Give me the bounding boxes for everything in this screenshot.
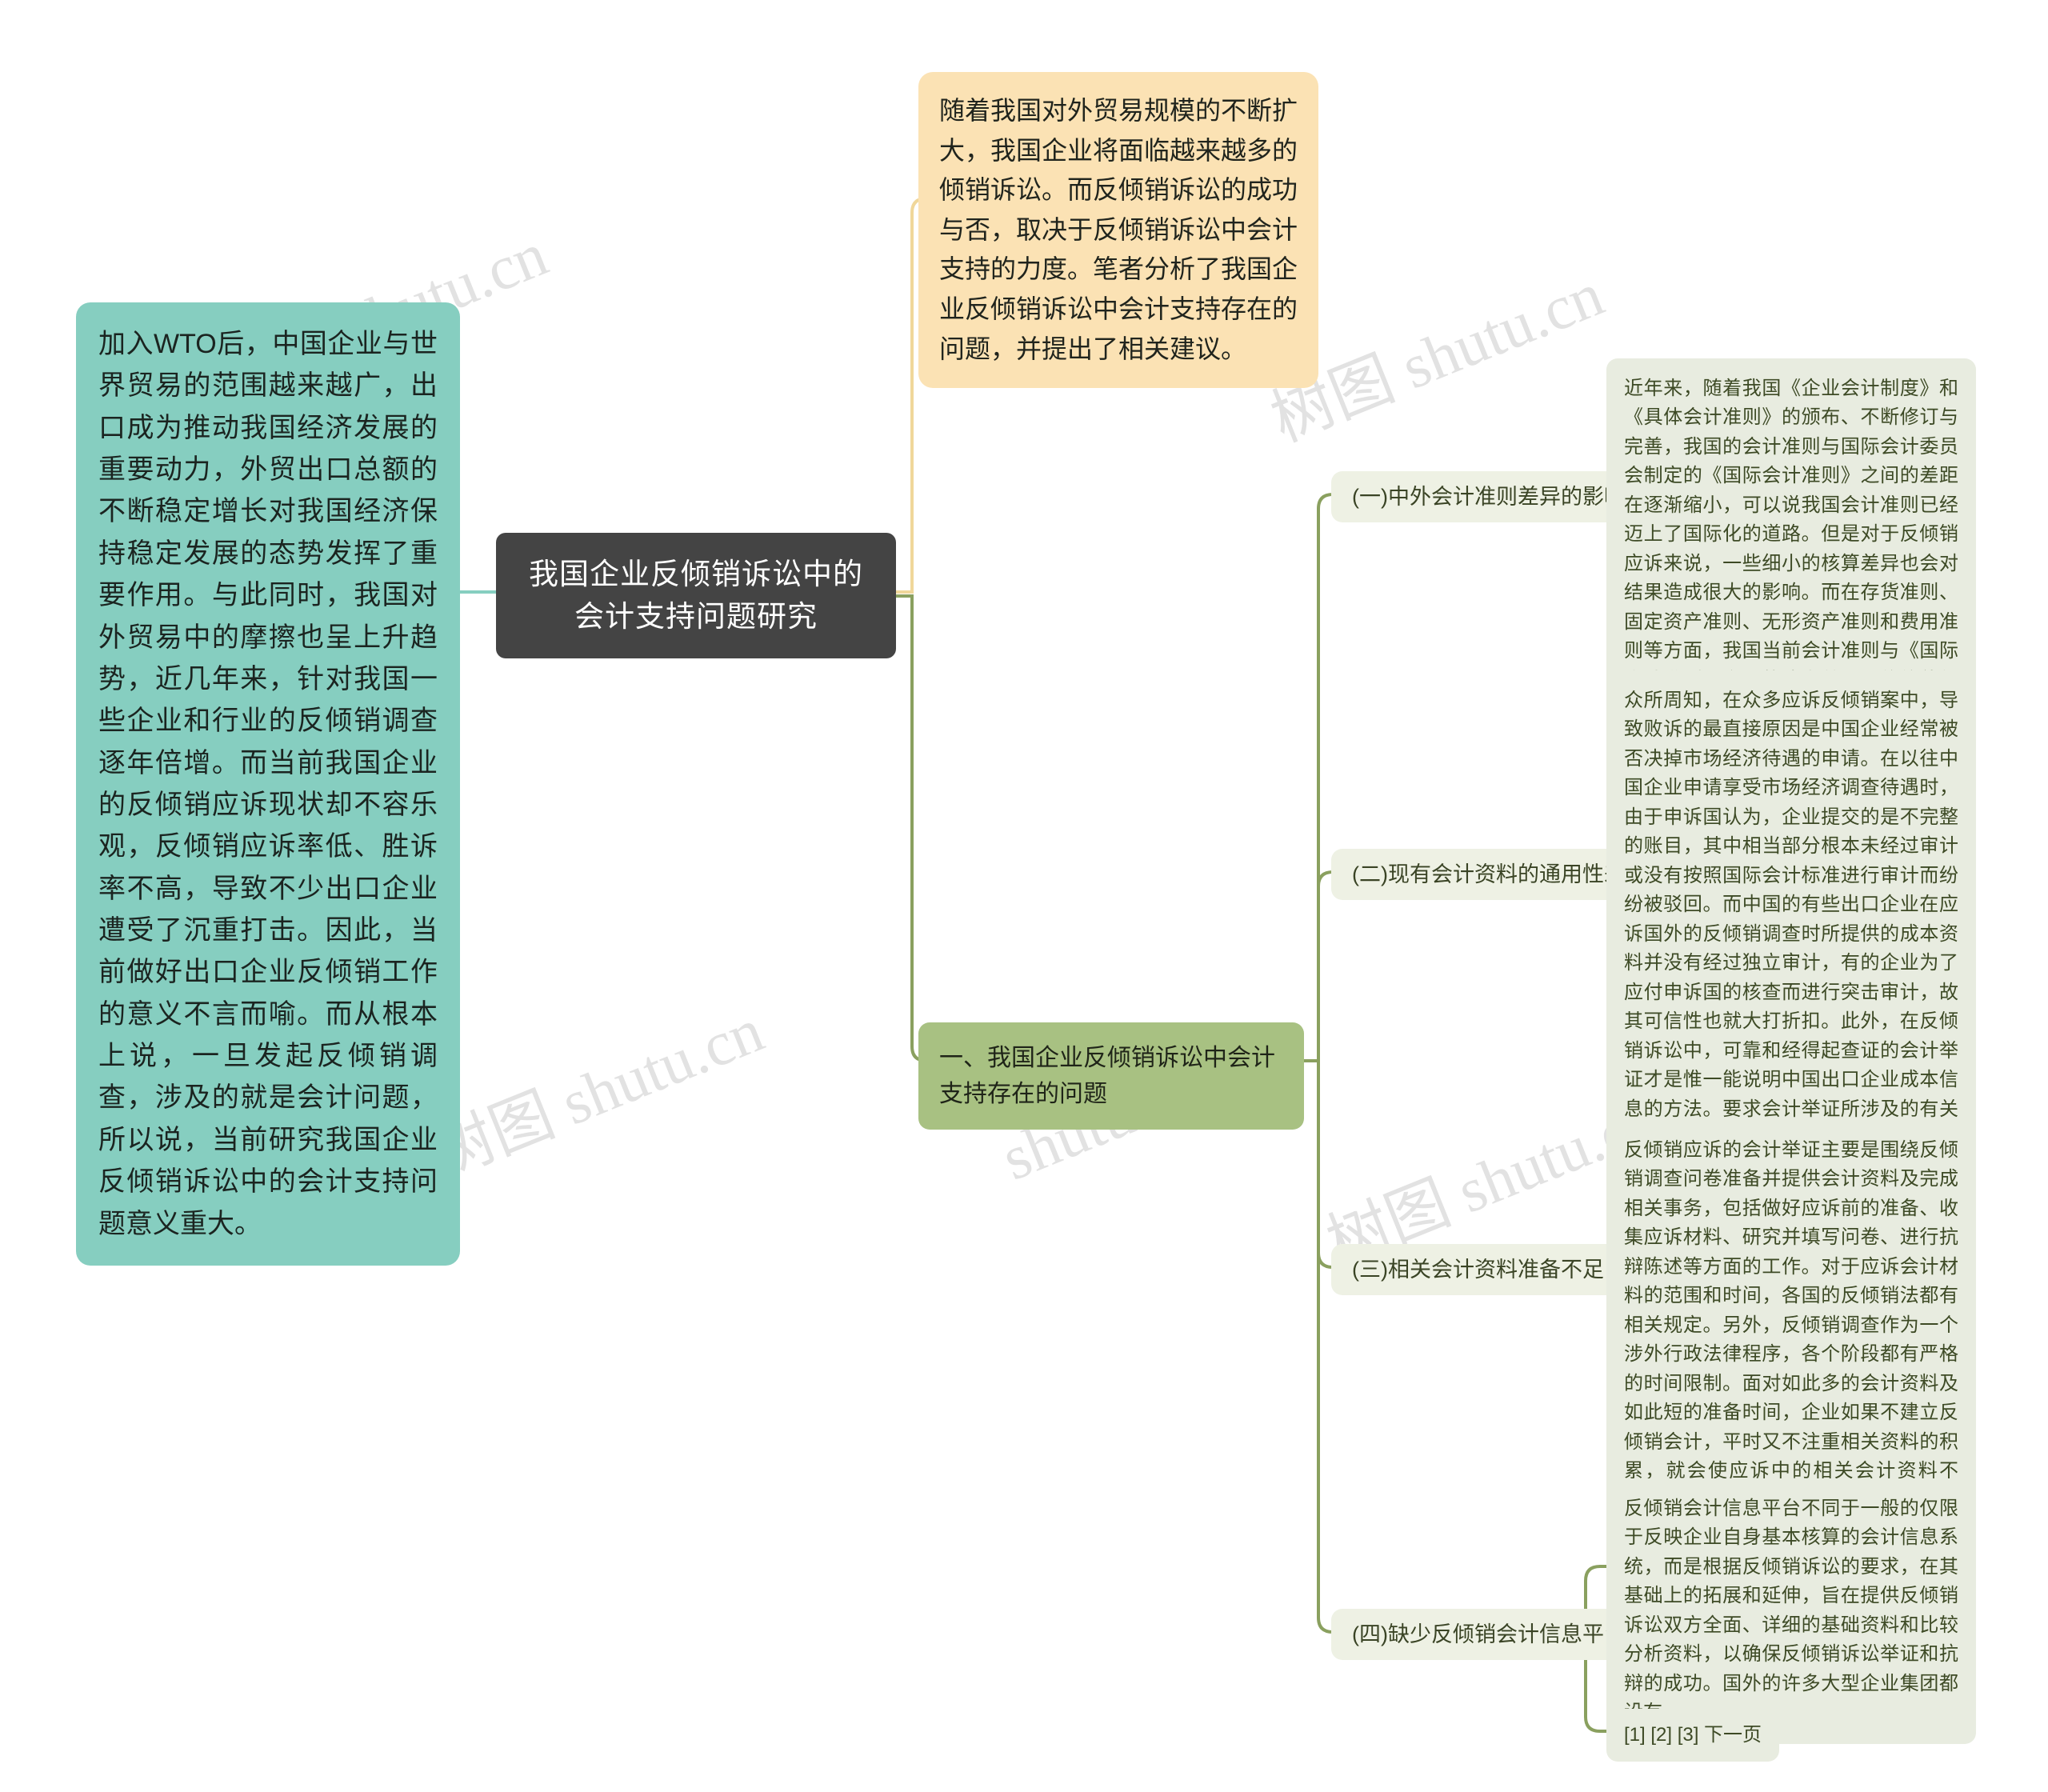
node-pager[interactable]: [1] [2] [3] 下一页 [1606,1709,1780,1762]
node-root-title[interactable]: 我国企业反倾销诉讼中的会计支持问题研究 [496,533,896,659]
link-section-to-sub2 [1317,870,1347,1061]
node-subsection-label-3[interactable]: (三)相关会计资料准备不足 [1331,1244,1625,1296]
section-heading-text: 一、我国企业反倾销诉讼中会计支持存在的问题 [939,1045,1275,1107]
link-section-to-sub3 [1317,1061,1347,1269]
link-root-to-section [894,594,934,1062]
subsection-label-2-text: (二)现有会计资料的通用性差 [1352,862,1626,886]
node-subsection-label-2[interactable]: (二)现有会计资料的通用性差 [1331,849,1646,901]
link-section-to-sub4 [1317,1061,1347,1634]
node-abstract-text: 随着我国对外贸易规模的不断扩大，我国企业将面临越来越多的倾销诉讼。而反倾销诉讼的… [939,96,1298,363]
node-abstract[interactable]: 随着我国对外贸易规模的不断扩大，我国企业将面临越来越多的倾销诉讼。而反倾销诉讼的… [918,72,1318,389]
subsection-label-1-text: (一)中外会计准则差异的影响 [1352,485,1626,509]
subsection-label-3-text: (三)相关会计资料准备不足 [1352,1258,1604,1282]
subsection-body-4-text: 反倾销会计信息平台不同于一般的仅限于反映企业自身基本核算的会计信息系统，而是根据… [1624,1498,1958,1723]
node-section-heading[interactable]: 一、我国企业反倾销诉讼中会计支持存在的问题 [918,1022,1304,1130]
pager-text[interactable]: [1] [2] [3] 下一页 [1624,1724,1762,1746]
node-subsection-label-1[interactable]: (一)中外会计准则差异的影响 [1331,471,1646,523]
node-subsection-body-4[interactable]: 反倾销会计信息平台不同于一般的仅限于反映企业自身基本核算的会计信息系统，而是根据… [1606,1478,1976,1744]
subsection-label-4-text: (四)缺少反倾销会计信息平台 [1352,1622,1626,1646]
mindmap-canvas: 树图 shutu.cn 树图 shutu.cn 树图 shutu.cn 树图 s… [0,0,2048,1792]
root-title-text: 我国企业反倾销诉讼中的会计支持问题研究 [529,558,863,633]
node-subsection-label-4[interactable]: (四)缺少反倾销会计信息平台 [1331,1609,1646,1661]
node-introduction-text: 加入WTO后，中国企业与世界贸易的范围越来越广，出口成为推动我国经济发展的重要动… [98,329,438,1239]
node-introduction[interactable]: 加入WTO后，中国企业与世界贸易的范围越来越广，出口成为推动我国经济发展的重要动… [76,302,460,1266]
link-section-to-sub1 [1317,493,1347,1061]
